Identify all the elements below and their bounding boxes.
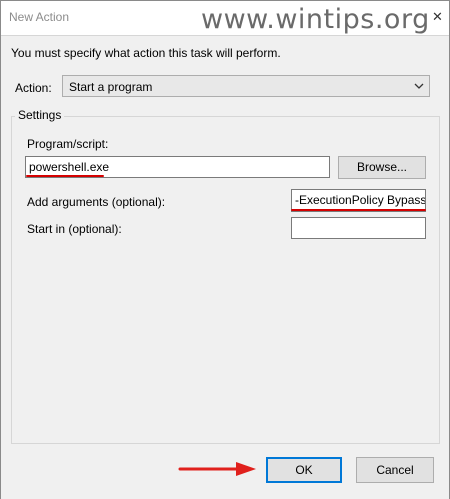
title-bar: New Action www.wintips.org ✕ (1, 1, 449, 35)
new-action-dialog: New Action www.wintips.org ✕ You must sp… (0, 0, 450, 499)
program-underline-annotation (26, 175, 104, 177)
close-icon[interactable]: ✕ (432, 10, 443, 23)
action-label: Action: (15, 81, 52, 95)
watermark: www.wintips.org (201, 4, 430, 35)
dialog-body: You must specify what action this task w… (1, 35, 449, 499)
ok-button[interactable]: OK (266, 457, 342, 483)
cancel-button[interactable]: Cancel (356, 457, 434, 483)
start-in-label: Start in (optional): (27, 222, 122, 236)
browse-button[interactable]: Browse... (338, 156, 426, 179)
action-dropdown-value: Start a program (69, 80, 153, 94)
intro-text: You must specify what action this task w… (11, 46, 281, 60)
program-script-value: powershell.exe (29, 160, 110, 174)
chevron-down-icon (414, 83, 424, 89)
window-title: New Action (9, 10, 70, 24)
action-dropdown[interactable]: Start a program (62, 75, 430, 97)
add-arguments-label: Add arguments (optional): (27, 195, 166, 209)
red-arrow-icon (178, 462, 256, 476)
settings-group-label: Settings (15, 108, 65, 122)
start-in-input[interactable] (291, 217, 426, 239)
add-arguments-value: -ExecutionPolicy Bypass (295, 193, 426, 207)
arguments-underline-annotation (291, 209, 426, 211)
program-script-label: Program/script: (27, 137, 109, 151)
